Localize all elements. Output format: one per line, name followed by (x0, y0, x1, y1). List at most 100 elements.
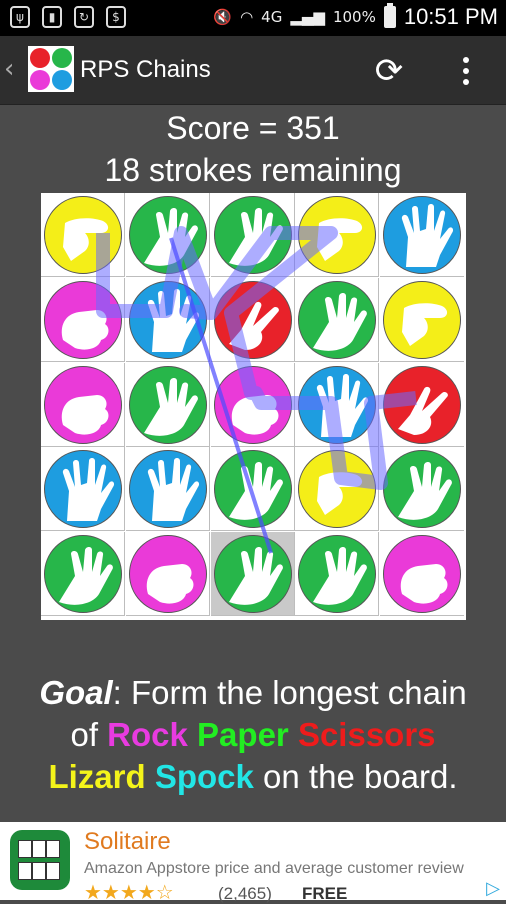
dot-icon (463, 68, 469, 74)
scissors-token (213, 280, 292, 359)
paper-hand-icon (59, 547, 113, 606)
board-cell-paper[interactable] (210, 447, 295, 532)
goal-of: of (70, 716, 108, 753)
dot-icon (463, 57, 469, 63)
board-cell-spock[interactable] (125, 447, 210, 532)
notification-icons: ψ ▮ ↻ $ (10, 6, 126, 28)
spock-keyword: Spock (154, 758, 254, 795)
board-cell-paper[interactable] (125, 362, 210, 447)
paper-hand-icon (228, 208, 283, 266)
ad-choices-icon[interactable]: ▷ (486, 878, 500, 899)
board-cell-paper[interactable] (295, 277, 380, 362)
board-cell-spock[interactable] (380, 193, 465, 277)
lizard-token (298, 196, 377, 274)
signal-icon: ▂▄▆ (290, 8, 325, 26)
board-cell-spock[interactable] (295, 362, 380, 447)
paper-token (213, 450, 292, 529)
lizard-hand-icon (63, 218, 109, 261)
board-cell-rock[interactable] (210, 362, 295, 447)
paper-token (44, 535, 122, 614)
board-cell-rock[interactable] (41, 362, 125, 447)
paper-token (383, 450, 462, 529)
rock-token (44, 280, 122, 359)
rock-hand-icon (400, 564, 448, 604)
rock-token (213, 365, 292, 444)
spock-token (44, 450, 122, 529)
paper-hand-icon (313, 547, 368, 606)
spock-hand-icon (147, 288, 199, 352)
board-cell-paper[interactable] (380, 447, 465, 532)
refresh-button[interactable]: ⟳ (368, 50, 410, 92)
game-board[interactable] (41, 193, 466, 620)
scissors-hand-icon (398, 386, 449, 435)
sync-icon: ↻ (74, 6, 94, 28)
board-cell-paper[interactable] (125, 193, 210, 277)
board-cell-paper[interactable] (210, 532, 295, 617)
spock-hand-icon (402, 204, 454, 267)
board-cell-rock[interactable] (125, 532, 210, 617)
ad-subtitle: Amazon Appstore price and average custom… (84, 860, 464, 877)
paper-token (298, 280, 377, 359)
lizard-token (298, 450, 377, 529)
ad-banner[interactable]: Solitaire Amazon Appstore price and aver… (0, 822, 506, 904)
usb-icon: ψ (10, 6, 30, 28)
paper-hand-icon (143, 208, 198, 266)
score-label: Score = 351 (166, 110, 340, 146)
spock-token (128, 280, 207, 359)
goal-text: Goal: Form the longest chain of Rock Pap… (0, 672, 506, 798)
battery-percent: 100% (332, 8, 376, 26)
paper-token (128, 196, 207, 274)
board-cell-scissors[interactable] (210, 277, 295, 362)
overflow-menu-button[interactable] (448, 50, 484, 92)
mute-icon: 🔇 (213, 8, 233, 26)
rating-count: (2,465) (218, 884, 272, 903)
board-cell-scissors[interactable] (380, 363, 465, 447)
paper-token (298, 535, 377, 614)
lizard-hand-icon (317, 218, 363, 261)
spock-hand-icon (147, 458, 199, 522)
refresh-icon: ⟳ (374, 51, 404, 91)
system-icons: 🔇 ◠ 4G ▂▄▆ 100% 10:51 PM (213, 3, 498, 30)
paper-hand-icon (228, 462, 283, 521)
paper-token (213, 196, 292, 274)
app-logo[interactable] (28, 46, 74, 92)
battery-100-icon: ▮ (42, 6, 62, 28)
scissors-keyword: Scissors (297, 716, 436, 753)
rock-token (44, 365, 122, 444)
board-cell-lizard[interactable] (380, 278, 465, 362)
board-cell-lizard[interactable] (41, 193, 125, 277)
board-cell-paper[interactable] (41, 532, 125, 617)
spock-token (383, 196, 462, 274)
lizard-keyword: Lizard (48, 758, 146, 795)
spock-hand-icon (62, 458, 115, 522)
rock-hand-icon (146, 564, 194, 604)
board-cell-rock[interactable] (380, 532, 465, 617)
board-cell-lizard[interactable] (295, 447, 380, 532)
rock-token (128, 535, 207, 614)
board-cell-paper[interactable] (295, 532, 380, 617)
board-cell-spock[interactable] (125, 277, 210, 362)
rock-hand-icon (61, 309, 109, 350)
wifi-icon: ◠ (240, 8, 254, 26)
clock: 10:51 PM (403, 4, 498, 29)
dot-icon (463, 79, 469, 85)
solitaire-app-icon[interactable] (10, 830, 70, 890)
ad-title[interactable]: Solitaire (84, 828, 171, 856)
board-cell-paper[interactable] (210, 193, 295, 277)
rock-keyword: Rock (107, 716, 188, 753)
board-cell-spock[interactable] (41, 447, 125, 532)
back-chevron-icon[interactable]: ‹ (4, 54, 14, 84)
goal-line-2: of Rock Paper Scissors (0, 714, 506, 756)
lizard-token (383, 280, 462, 359)
goal-line-3: Lizard Spock on the board. (0, 756, 506, 798)
board-cell-rock[interactable] (41, 277, 125, 362)
scissors-hand-icon (228, 301, 279, 350)
paper-token (128, 365, 207, 444)
ad-price: FREE (302, 884, 348, 903)
spock-token (298, 365, 377, 444)
lizard-hand-icon (402, 303, 448, 346)
board-cell-lizard[interactable] (295, 193, 380, 277)
strokes-remaining-label: 18 strokes remaining (104, 152, 402, 188)
goal-label: Goal (39, 674, 113, 711)
network-type: 4G (261, 8, 283, 26)
